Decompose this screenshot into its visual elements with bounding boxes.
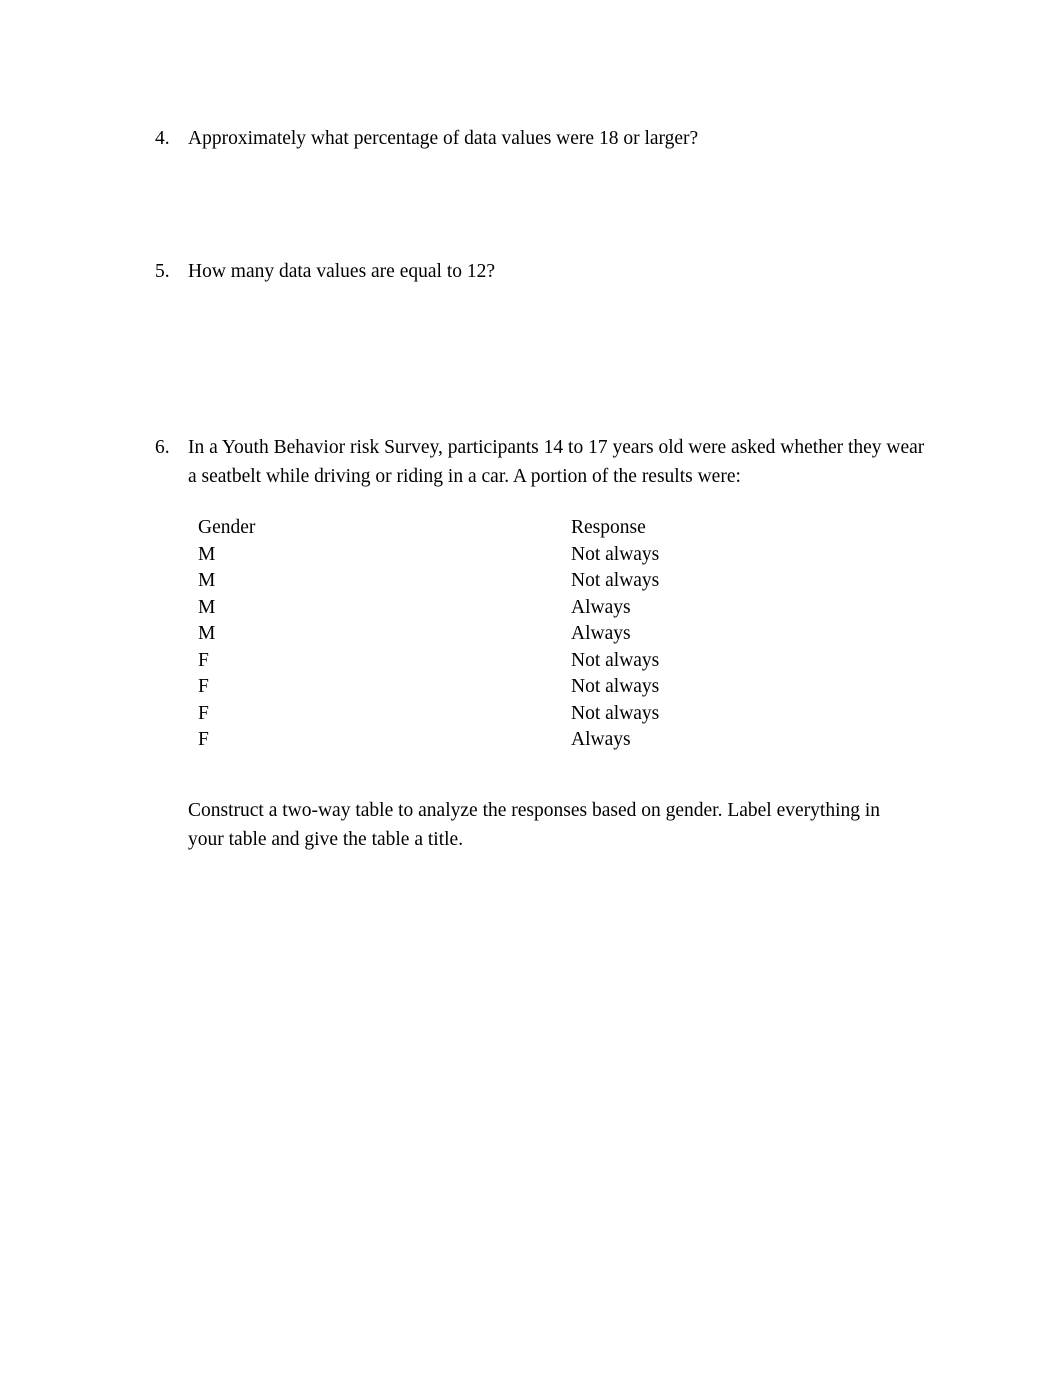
cell-response: Not always (571, 649, 660, 671)
cell-gender: F (198, 649, 209, 671)
cell-response: Not always (571, 702, 660, 724)
cell-gender: M (198, 596, 216, 618)
question-text-5: How many data values are equal to 12? (188, 261, 496, 282)
cell-response: Always (571, 623, 631, 644)
question-text-4: Approximately what percentage of data va… (188, 128, 699, 149)
column-header-gender: Gender (198, 517, 256, 538)
cell-response: Not always (571, 570, 660, 591)
cell-response: Always (571, 596, 631, 618)
cell-gender: M (198, 543, 216, 565)
cell-response: Not always (571, 543, 660, 565)
table-row: F Not always (198, 701, 659, 728)
table-row: M Always (198, 595, 659, 622)
question-text-6: In a Youth Behavior risk Survey, partici… (188, 437, 925, 487)
table-row: M Not always (198, 542, 659, 569)
question-number-5: 5. (155, 261, 170, 282)
column-header-response: Response (571, 517, 646, 538)
cell-gender: F (198, 702, 209, 724)
cell-gender: F (198, 676, 209, 697)
cell-response: Not always (571, 676, 660, 697)
closing-instruction: Construct a two-way table to analyze the… (188, 800, 881, 850)
cell-gender: M (198, 570, 216, 591)
cell-gender: M (198, 623, 216, 644)
table-row: M Not always (198, 568, 659, 595)
table-row: F Not always (198, 674, 659, 701)
question-item-4: 4. Approximately what percentage of data… (155, 124, 925, 153)
table-row: F Not always (198, 648, 659, 675)
cell-gender: F (198, 729, 209, 750)
table-row: F Always (198, 727, 659, 754)
question-number-6: 6. (155, 437, 170, 458)
question-item-5: 5. How many data values are equal to 12? (155, 257, 925, 286)
document-page: 4. Approximately what percentage of data… (0, 0, 1062, 1376)
cell-response: Always (571, 729, 631, 750)
question-item-6: 6. In a Youth Behavior risk Survey, part… (155, 433, 925, 491)
table-row: M Always (198, 621, 659, 648)
question-number-4: 4. (155, 128, 170, 149)
survey-data-listing: Gender Response M Not always M Not always M… (198, 515, 659, 754)
survey-header-row: Gender Response (198, 515, 659, 542)
